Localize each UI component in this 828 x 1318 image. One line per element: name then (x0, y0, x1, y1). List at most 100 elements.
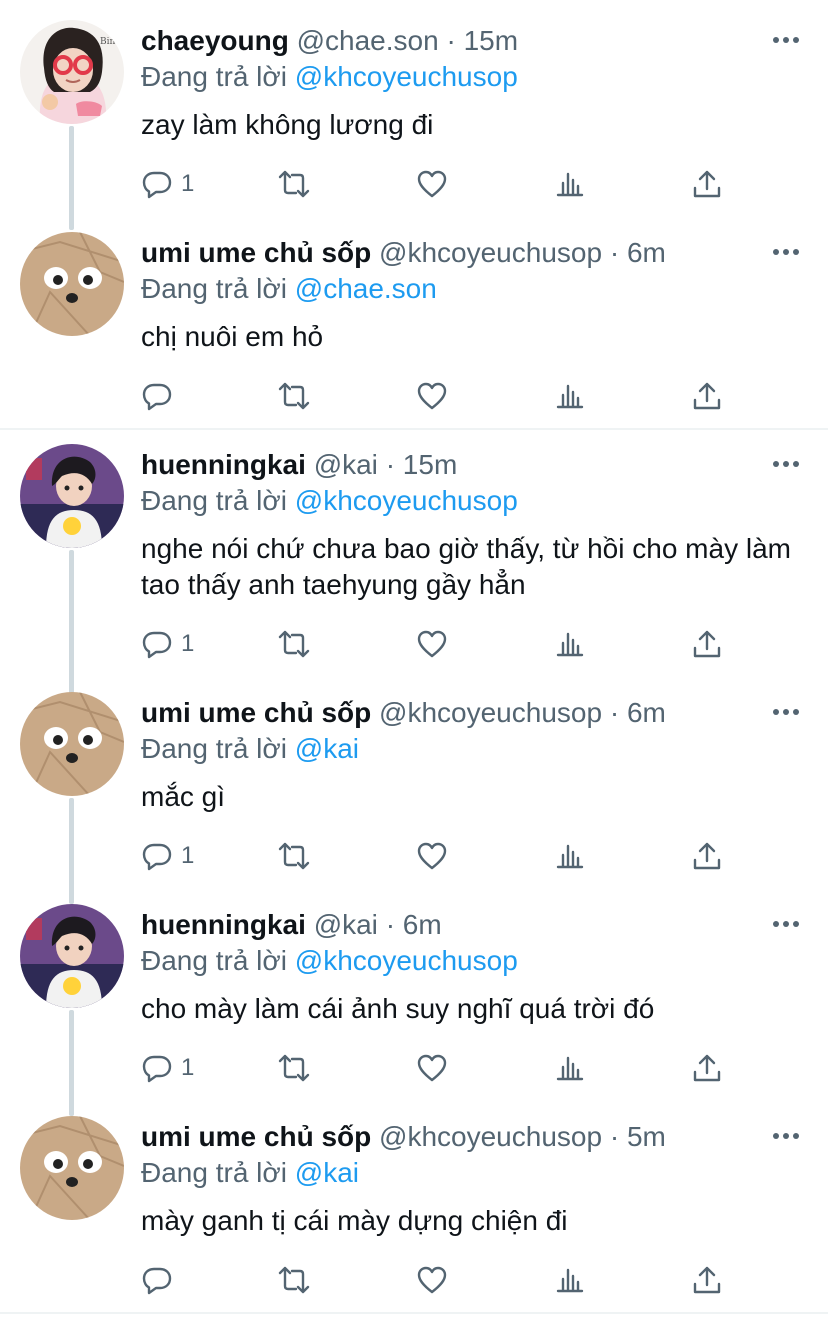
replying-to-label: Đang trả lời (141, 273, 287, 304)
paper-bag-avatar[interactable] (20, 232, 124, 336)
tweet[interactable]: umi ume chủ sốp @khcoyeuchusop · 5m Đang… (0, 1096, 828, 1312)
timestamp[interactable]: 15m (464, 25, 518, 56)
retweet-button[interactable] (278, 376, 310, 416)
display-name[interactable]: umi ume chủ sốp (141, 1121, 371, 1152)
user-handle[interactable]: @kai (314, 909, 378, 940)
analytics-icon (554, 380, 586, 412)
display-name[interactable]: huenningkai (141, 449, 306, 480)
reply-icon (141, 168, 173, 200)
more-options-icon[interactable] (772, 242, 800, 262)
analytics-icon (554, 628, 586, 660)
like-button[interactable] (416, 164, 448, 204)
mention-link[interactable]: @kai (295, 1157, 359, 1188)
like-button[interactable] (416, 1048, 448, 1088)
chaeyoung-avatar[interactable]: Bin (20, 20, 124, 124)
mention-link[interactable]: @kai (295, 733, 359, 764)
user-handle[interactable]: @chae.son (297, 25, 439, 56)
share-button[interactable] (691, 1048, 723, 1088)
retweet-button[interactable] (278, 1048, 310, 1088)
user-handle[interactable]: @khcoyeuchusop (379, 1121, 602, 1152)
mention-link[interactable]: @khcoyeuchusop (295, 945, 518, 976)
mention-link[interactable]: @khcoyeuchusop (295, 61, 518, 92)
paper-bag-avatar[interactable] (20, 692, 124, 796)
reply-icon (141, 380, 173, 412)
timestamp[interactable]: 15m (403, 449, 457, 480)
tweet-header: huenningkai @kai · 15m (141, 448, 758, 482)
display-name[interactable]: umi ume chủ sốp (141, 237, 371, 268)
timestamp[interactable]: 5m (627, 1121, 666, 1152)
analytics-button[interactable] (554, 624, 586, 664)
timestamp[interactable]: 6m (627, 237, 666, 268)
timestamp[interactable]: 6m (627, 697, 666, 728)
reply-count: 1 (181, 170, 195, 197)
retweet-icon (278, 380, 310, 412)
analytics-button[interactable] (554, 1048, 586, 1088)
share-button[interactable] (691, 1260, 723, 1300)
svg-text:Bin: Bin (100, 37, 115, 47)
analytics-button[interactable] (554, 836, 586, 876)
more-options-icon[interactable] (772, 914, 800, 934)
share-button[interactable] (691, 164, 723, 204)
more-options-icon[interactable] (772, 1126, 800, 1146)
reply-button[interactable]: 1 (141, 164, 194, 204)
share-button[interactable] (691, 624, 723, 664)
mention-link[interactable]: @chae.son (295, 273, 437, 304)
analytics-icon (554, 1052, 586, 1084)
analytics-button[interactable] (554, 1260, 586, 1300)
paper-bag-avatar[interactable] (20, 1116, 124, 1220)
user-handle[interactable]: @khcoyeuchusop (379, 237, 602, 268)
more-options-icon[interactable] (772, 30, 800, 50)
separator-dot: · (385, 909, 403, 940)
huenningkai-avatar[interactable] (20, 444, 124, 548)
like-button[interactable] (416, 376, 448, 416)
retweet-button[interactable] (278, 624, 310, 664)
tweet[interactable]: huenningkai @kai · 15m Đang trả lời @khc… (0, 424, 828, 696)
display-name[interactable]: chaeyoung (141, 25, 289, 56)
analytics-button[interactable] (554, 164, 586, 204)
replying-to: Đang trả lời @khcoyeuchusop (141, 60, 518, 94)
retweet-button[interactable] (278, 1260, 310, 1300)
user-handle[interactable]: @kai (314, 449, 378, 480)
display-name[interactable]: huenningkai (141, 909, 306, 940)
tweet-text: mắc gì (141, 781, 226, 812)
share-icon (691, 1052, 723, 1084)
tweet-text: mày ganh tị cái mày dựng chiện đi (141, 1205, 568, 1236)
reply-thread-feed: Bin chaeyoung @chae.son · 15m Đang trả l… (0, 0, 828, 1318)
more-options-icon[interactable] (772, 454, 800, 474)
like-button[interactable] (416, 1260, 448, 1300)
more-options-icon[interactable] (772, 702, 800, 722)
reply-icon (141, 840, 173, 872)
tweet-header: umi ume chủ sốp @khcoyeuchusop · 5m (141, 1120, 758, 1154)
tweet[interactable]: huenningkai @kai · 6m Đang trả lời @khco… (0, 884, 828, 1116)
tweet[interactable]: Bin chaeyoung @chae.son · 15m Đang trả l… (0, 0, 828, 230)
share-button[interactable] (691, 836, 723, 876)
analytics-button[interactable] (554, 376, 586, 416)
user-handle[interactable]: @khcoyeuchusop (379, 697, 602, 728)
tweet-text: cho mày làm cái ảnh suy nghĩ quá trời đó (141, 993, 655, 1024)
reply-icon (141, 628, 173, 660)
retweet-icon (278, 628, 310, 660)
share-icon (691, 1264, 723, 1296)
thread-divider (0, 1312, 828, 1314)
reply-button[interactable]: 1 (141, 836, 194, 876)
tweet-text: chị nuôi em hỏ (141, 321, 324, 352)
tweet[interactable]: umi ume chủ sốp @khcoyeuchusop · 6m Đang… (0, 672, 828, 904)
like-button[interactable] (416, 836, 448, 876)
reply-button[interactable] (141, 1260, 181, 1300)
analytics-icon (554, 168, 586, 200)
tweet[interactable]: umi ume chủ sốp @khcoyeuchusop · 6m Đang… (0, 212, 828, 428)
reply-button[interactable]: 1 (141, 624, 194, 664)
share-button[interactable] (691, 376, 723, 416)
share-icon (691, 628, 723, 660)
retweet-button[interactable] (278, 836, 310, 876)
reply-button[interactable] (141, 376, 181, 416)
timestamp[interactable]: 6m (403, 909, 442, 940)
reply-button[interactable]: 1 (141, 1048, 194, 1088)
huenningkai-avatar[interactable] (20, 904, 124, 1008)
tweet-actions: 1 (0, 624, 828, 664)
separator-dot: · (609, 237, 627, 268)
like-button[interactable] (416, 624, 448, 664)
mention-link[interactable]: @khcoyeuchusop (295, 485, 518, 516)
retweet-button[interactable] (278, 164, 310, 204)
display-name[interactable]: umi ume chủ sốp (141, 697, 371, 728)
